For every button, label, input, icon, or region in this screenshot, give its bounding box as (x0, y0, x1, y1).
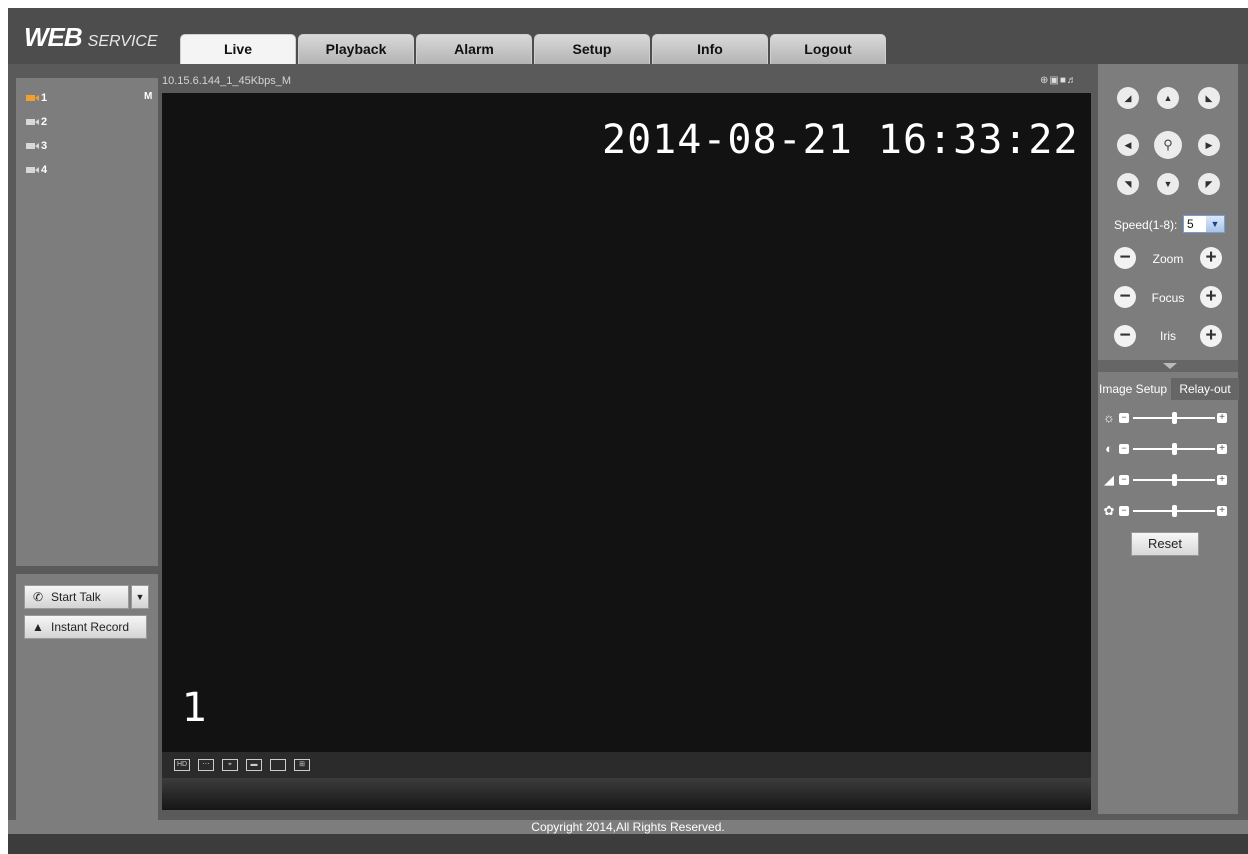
header: WEB SERVICE Live Playback Alarm Setup Inf… (8, 8, 1248, 64)
ptz-down-button[interactable]: ▼ (1157, 173, 1179, 195)
contrast-increase-button[interactable]: + (1217, 444, 1227, 454)
camera-icon (26, 95, 39, 101)
channel-label: 3 (41, 140, 48, 152)
start-talk-button[interactable]: ✆ Start Talk (24, 585, 129, 609)
speed-label: Speed(1-8): (1114, 218, 1178, 232)
hue-slider-thumb[interactable] (1172, 505, 1177, 517)
pixel-icon[interactable]: ⋯ (198, 759, 214, 771)
instant-record-button[interactable]: ▲ Instant Record (24, 615, 147, 639)
collapse-arrow-icon (1163, 363, 1177, 369)
hue-decrease-button[interactable]: − (1119, 506, 1129, 516)
talk-dropdown-button[interactable]: ▼ (131, 585, 149, 609)
channel-item-3[interactable]: 3 (26, 139, 47, 153)
tab-info[interactable]: Info (652, 34, 768, 64)
reset-button[interactable]: Reset (1131, 532, 1199, 556)
contrast-icon: ◐ (1105, 441, 1113, 456)
video-bottom-strip (162, 778, 1091, 810)
saturation-decrease-button[interactable]: − (1119, 475, 1129, 485)
ptz-down-right-button[interactable]: ◤ (1198, 173, 1220, 195)
logo-sub: SERVICE (87, 33, 158, 50)
snapshot-icon[interactable]: ▣ (1049, 75, 1059, 86)
digital-zoom-icon[interactable]: ⊕ (1040, 75, 1049, 86)
hd-icon[interactable]: HD (174, 759, 190, 771)
brightness-icon: ☼ (1103, 410, 1115, 425)
focus-near-button[interactable]: − (1114, 286, 1136, 308)
logo-main: WEB (24, 22, 83, 52)
saturation-icon: ◢ (1104, 472, 1114, 487)
speed-value: 5 (1187, 217, 1194, 231)
tab-image-setup[interactable]: Image Setup (1098, 378, 1170, 400)
focus-far-button[interactable]: + (1200, 286, 1222, 308)
video-control-bar: HD ⋯ ⌖ ▬ ⊞ (162, 752, 1091, 778)
contrast-slider-thumb[interactable] (1172, 443, 1177, 455)
video-toolbar-icons: ⊕▣■♬ (1040, 75, 1078, 86)
tab-playback[interactable]: Playback (298, 34, 414, 64)
ptz-right-button[interactable]: ▶ (1198, 134, 1220, 156)
iris-close-button[interactable]: − (1114, 325, 1136, 347)
osd-channel-number: 1 (182, 685, 208, 731)
chevron-down-icon: ▼ (1206, 216, 1224, 232)
hue-row: ✿ − + (1101, 503, 1229, 519)
brightness-row: ☼ − + (1101, 410, 1229, 426)
speed-select[interactable]: 5 ▼ (1183, 215, 1225, 233)
camera-icon (26, 143, 39, 149)
video-window[interactable]: 2014-08-21 16:33:22 1 (162, 93, 1091, 752)
camera-icon (26, 119, 39, 125)
osd-timestamp: 2014-08-21 16:33:22 (602, 117, 1079, 163)
hue-increase-button[interactable]: + (1217, 506, 1227, 516)
zoom-label: Zoom (1152, 252, 1184, 266)
warning-icon: ▲ (32, 620, 44, 634)
ptz-3d-position-button[interactable]: ⚲ (1154, 131, 1182, 159)
quad-view-icon[interactable]: ⊞ (294, 759, 310, 771)
main-tabs: Live Playback Alarm Setup Info Logout (180, 34, 888, 64)
channel-item-2[interactable]: 2 (26, 115, 47, 129)
start-talk-label: Start Talk (51, 590, 101, 604)
brightness-slider-thumb[interactable] (1172, 412, 1177, 424)
camera-icon (26, 167, 39, 173)
ptz-left-button[interactable]: ◀ (1117, 134, 1139, 156)
brightness-decrease-button[interactable]: − (1119, 413, 1129, 423)
single-view-icon[interactable] (270, 759, 286, 771)
iris-label: Iris (1160, 329, 1176, 343)
focus-label: Focus (1151, 291, 1185, 305)
wide-screen-icon[interactable]: ▬ (246, 759, 262, 771)
channel-item-1[interactable]: 1 (26, 91, 47, 105)
iris-open-button[interactable]: + (1200, 325, 1222, 347)
brightness-increase-button[interactable]: + (1217, 413, 1227, 423)
saturation-row: ◢ − + (1101, 472, 1229, 488)
channel-label: 4 (41, 164, 48, 176)
ptz-up-button[interactable]: ▲ (1157, 87, 1179, 109)
logo: WEB SERVICE (24, 22, 158, 52)
phone-icon: ✆ (32, 590, 44, 604)
tab-alarm[interactable]: Alarm (416, 34, 532, 64)
ptz-up-left-button[interactable]: ◢ (1117, 87, 1139, 109)
talk-record-panel (16, 574, 158, 820)
ptz-down-left-button[interactable]: ◥ (1117, 173, 1139, 195)
zoom-out-button[interactable]: − (1114, 247, 1136, 269)
channel-label: 2 (41, 116, 48, 128)
footer-bar (8, 834, 1248, 854)
tab-live[interactable]: Live (180, 34, 296, 64)
ptz-up-right-button[interactable]: ◣ (1198, 87, 1220, 109)
fullscreen-icon[interactable]: ⌖ (222, 759, 238, 771)
channel-label: 1 (41, 92, 48, 104)
tab-logout[interactable]: Logout (770, 34, 886, 64)
stream-info-label: 10.15.6.144_1_45Kbps_M (162, 75, 292, 87)
saturation-increase-button[interactable]: + (1217, 475, 1227, 485)
tab-relay-out[interactable]: Relay-out (1171, 378, 1239, 400)
contrast-row: ◐ − + (1101, 441, 1229, 457)
instant-record-label: Instant Record (51, 620, 130, 634)
footer: Copyright 2014,All Rights Reserved. (8, 820, 1248, 834)
channel-stream-flag: M (144, 91, 153, 102)
audio-icon[interactable]: ♬ (1067, 75, 1078, 86)
channel-item-4[interactable]: 4 (26, 163, 47, 177)
hue-icon: ✿ (1103, 503, 1115, 518)
saturation-slider-thumb[interactable] (1172, 474, 1177, 486)
record-icon[interactable]: ■ (1060, 75, 1067, 86)
zoom-in-button[interactable]: + (1200, 247, 1222, 269)
contrast-decrease-button[interactable]: − (1119, 444, 1129, 454)
tab-setup[interactable]: Setup (534, 34, 650, 64)
